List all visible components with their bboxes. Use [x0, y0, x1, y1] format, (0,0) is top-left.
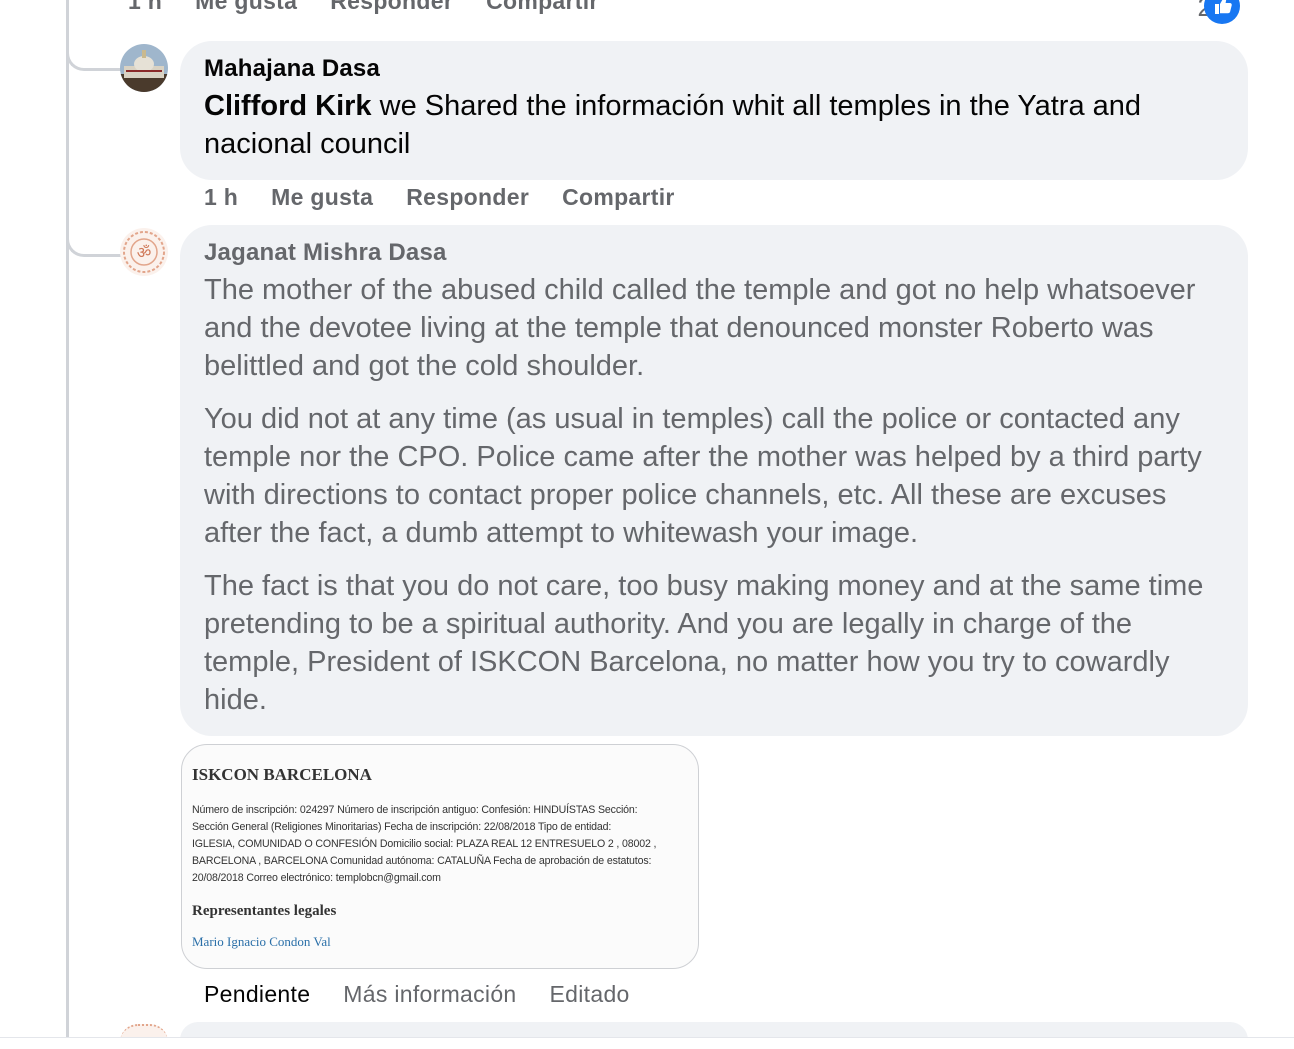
comment-text: Clifford Kirk we Shared the información … — [204, 87, 1224, 163]
comment-text: The mother of the abused child called th… — [204, 271, 1224, 719]
top-time[interactable]: 1 h — [128, 0, 162, 15]
comment-paragraph: The mother of the abused child called th… — [204, 274, 1196, 382]
comment-paragraph: You did not at any time (as usual in tem… — [204, 403, 1202, 549]
attachment-image[interactable]: ISKCON BARCELONA Número de inscripción: … — [181, 744, 699, 969]
comment1-like-button[interactable]: Me gusta — [271, 184, 373, 211]
comment-paragraph: The fact is that you do not care, too bu… — [204, 570, 1204, 716]
edited-label[interactable]: Editado — [550, 981, 630, 1008]
top-comment-actions: 1 h Me gusta Responder Compartir — [128, 0, 599, 15]
comment-author[interactable]: Jaganat Mishra Dasa — [204, 239, 1224, 267]
comment-bubble-jaganat: Jaganat Mishra Dasa The mother of the ab… — [180, 225, 1248, 736]
reply-connector — [66, 40, 121, 71]
thread-line — [66, 0, 69, 1040]
top-reply-button[interactable]: Responder — [330, 0, 453, 15]
attachment-line: IGLESIA, COMUNIDAD O CONFESIÓN Domicilio… — [192, 838, 657, 850]
attachment-text: Número de inscripción: 024297 Número de … — [192, 802, 688, 887]
comment1-actions: 1 h Me gusta Responder Compartir — [204, 184, 675, 211]
attachment-line: Sección General (Religiones Minoritarias… — [192, 821, 612, 833]
svg-text:ॐ: ॐ — [137, 243, 152, 262]
comment-author[interactable]: Mahajana Dasa — [204, 55, 1224, 83]
attachment-line: BARCELONA , BARCELONA Comunidad autónoma… — [192, 855, 652, 867]
pending-label: Pendiente — [204, 981, 311, 1007]
attachment-line: Número de inscripción: 024297 Número de … — [192, 804, 638, 816]
comment1-share-button[interactable]: Compartir — [562, 184, 675, 211]
comment1-time[interactable]: 1 h — [204, 184, 238, 211]
attachment-subtitle: Representantes legales — [192, 903, 337, 919]
avatar-mahajana[interactable] — [120, 44, 168, 92]
comment2-actions: Pendiente Más información Editado — [204, 981, 630, 1008]
comment1-reply-button[interactable]: Responder — [406, 184, 529, 211]
mention-link[interactable]: Clifford Kirk — [204, 90, 372, 122]
top-share-button[interactable]: Compartir — [486, 0, 599, 15]
like-reaction-icon[interactable] — [1204, 0, 1240, 24]
bottom-edge — [0, 1037, 1294, 1049]
top-like-button[interactable]: Me gusta — [195, 0, 297, 15]
attachment-link: Mario Ignacio Condon Val — [192, 934, 331, 949]
attachment-title: ISKCON BARCELONA — [192, 765, 372, 784]
attachment-line: 20/08/2018 Correo electrónico: templobcn… — [192, 872, 441, 884]
avatar-jaganat[interactable]: ॐ — [120, 228, 168, 276]
more-info-button[interactable]: Más información — [343, 981, 516, 1008]
reply-connector — [66, 226, 121, 257]
comment-bubble-mahajana: Mahajana Dasa Clifford Kirk we Shared th… — [180, 41, 1248, 180]
